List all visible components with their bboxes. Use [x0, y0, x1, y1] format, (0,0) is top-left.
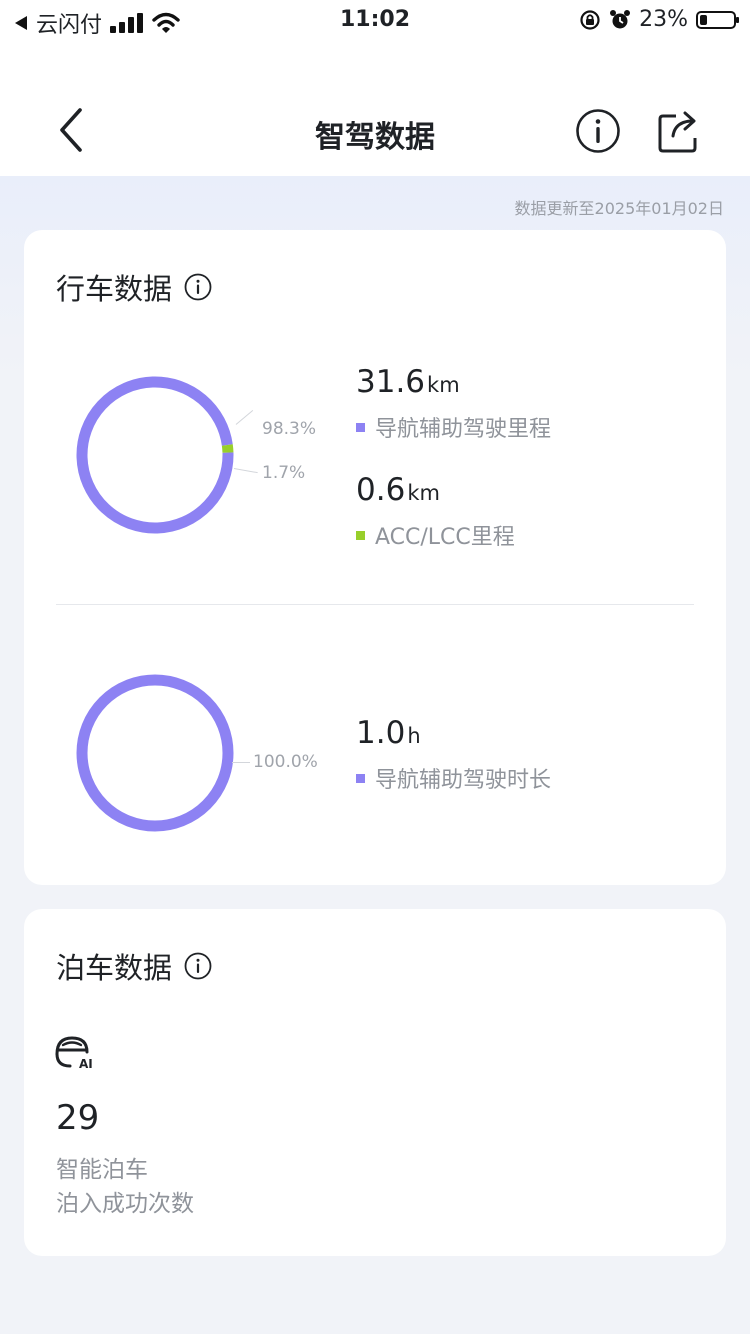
info-icon[interactable]: [575, 108, 621, 154]
legend-swatch: [356, 773, 365, 783]
legend-label: 导航辅助驾驶里程: [375, 417, 552, 442]
duration-segment-0: [76, 674, 234, 832]
nav-assist-duration-legend: 导航辅助驾驶时长: [356, 762, 551, 794]
segment-percent-label: 98.3%: [262, 419, 317, 439]
ai-parking-icon: AI: [55, 1036, 93, 1070]
legend-label: 导航辅助驾驶时长: [375, 768, 552, 793]
info-icon[interactable]: [184, 952, 212, 980]
nav-assist-mileage-value: 31.6km: [356, 364, 460, 400]
metric-number: 1.0: [356, 715, 406, 751]
driving-data-title-text: 行车数据: [56, 272, 173, 306]
battery-icon: [696, 10, 739, 29]
page-title: 智驾数据: [315, 120, 435, 155]
alarm-clock-icon: [610, 9, 631, 28]
metric-number: 0.6: [356, 472, 406, 508]
update-note: 数据更新至2025年01月02日: [514, 199, 724, 218]
legend-swatch: [356, 530, 365, 540]
status-bar: 云闪付 11:02 23%: [0, 0, 750, 44]
status-right: 23%: [579, 7, 739, 32]
parking-data-title-text: 泊车数据: [56, 951, 173, 985]
section-divider: [56, 604, 694, 605]
segment-percent-label: 100.0%: [253, 752, 318, 772]
parking-success-count: 29: [56, 1098, 100, 1138]
metric-number: 31.6: [356, 364, 426, 400]
metric-unit: km: [407, 481, 440, 505]
rotation-lock-icon: [580, 9, 600, 30]
metric-unit: km: [427, 373, 460, 397]
parking-data-title: 泊车数据: [56, 945, 212, 987]
acc-lcc-mileage-value: 0.6km: [356, 472, 440, 508]
parking-label-line1: 智能泊车: [56, 1157, 148, 1183]
legend-label: ACC/LCC里程: [375, 525, 515, 550]
driving-data-title: 行车数据: [56, 266, 212, 308]
share-icon[interactable]: [657, 108, 701, 154]
segment-percent-label: 1.7%: [262, 463, 306, 483]
mileage-donut-chart: [76, 376, 234, 534]
ai-icon-text: AI: [79, 1057, 93, 1070]
duration-donut-chart: [76, 674, 234, 832]
battery-level: [700, 14, 707, 25]
nav-assist-mileage-legend: 导航辅助驾驶里程: [356, 411, 551, 443]
navigation-bar: 智驾数据: [0, 44, 750, 176]
nav-assist-duration-value: 1.0h: [356, 715, 421, 751]
mileage-segment-0: [76, 376, 234, 534]
parking-data-card: 泊车数据 AI 29 智能泊车 泊入成功次数: [24, 909, 726, 1256]
acc-lcc-mileage-legend: ACC/LCC里程: [356, 519, 515, 551]
info-icon[interactable]: [184, 273, 212, 301]
metric-unit: h: [407, 724, 421, 748]
battery-percent: 23%: [639, 7, 688, 32]
driving-data-card: 行车数据 98.3% 1.7% 31.6km 导航辅助驾驶里程 0.6km AC…: [24, 230, 726, 885]
leader-line: [232, 762, 250, 763]
legend-swatch: [356, 422, 365, 432]
parking-label-line2: 泊入成功次数: [56, 1191, 194, 1217]
